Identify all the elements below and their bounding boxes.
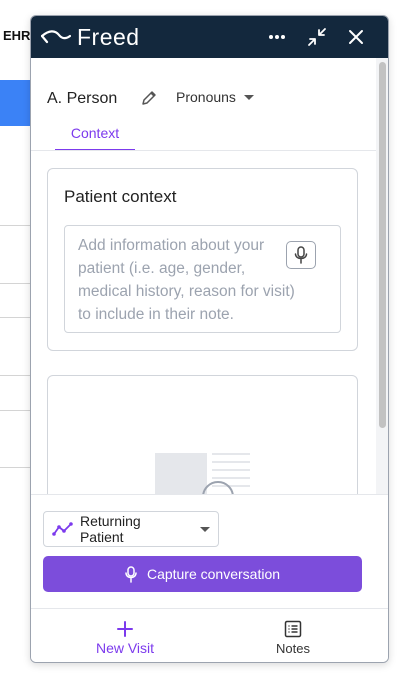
microphone-icon — [125, 565, 137, 583]
visit-type-dropdown[interactable]: Returning Patient — [43, 511, 219, 547]
chevron-down-icon — [243, 94, 254, 100]
plus-icon — [117, 621, 133, 637]
pronouns-label: Pronouns — [176, 89, 236, 105]
visit-type-label: Returning Patient — [79, 513, 141, 545]
nav-notes-label: Notes — [276, 641, 310, 656]
nav-new-visit-label: New Visit — [95, 640, 155, 656]
freed-logo: Freed — [41, 23, 140, 50]
notes-icon — [284, 620, 302, 638]
more-options-button[interactable] — [265, 25, 289, 49]
brand-name: Freed — [77, 23, 140, 50]
more-horizontal-icon — [269, 35, 285, 39]
tab-context-label: Context — [70, 124, 120, 141]
freed-logo-icon — [41, 30, 71, 44]
tabs-divider — [31, 150, 376, 151]
nav-new-visit[interactable]: New Visit — [65, 620, 185, 660]
minimize-icon — [308, 28, 326, 46]
widget-footer: Returning Patient Capture conversation N… — [31, 494, 388, 662]
capture-conversation-button[interactable]: Capture conversation — [43, 556, 362, 592]
notes-illustration-card — [47, 375, 358, 494]
patient-context-card: Patient context Add information about yo… — [47, 168, 358, 351]
trend-icon — [52, 522, 73, 536]
loading-spinner-icon — [202, 481, 234, 494]
illustration-line — [212, 461, 250, 463]
widget-header: Freed — [31, 16, 388, 58]
pronouns-dropdown[interactable]: Pronouns — [176, 89, 254, 105]
illustration-line — [212, 453, 250, 455]
chevron-down-icon — [200, 526, 210, 532]
microphone-icon — [294, 246, 308, 264]
minimize-button[interactable] — [305, 25, 329, 49]
footer-divider — [31, 608, 388, 609]
scrollbar-thumb[interactable] — [379, 62, 386, 428]
freed-widget: Freed A. Person Pronouns Context Patient… — [30, 15, 389, 663]
tab-context[interactable]: Context — [55, 116, 135, 151]
nav-notes[interactable]: Notes — [233, 620, 353, 660]
dictate-button[interactable] — [286, 241, 316, 269]
patient-name[interactable]: A. Person — [47, 90, 117, 108]
widget-content: A. Person Pronouns Context Patient conte… — [31, 58, 376, 494]
capture-conversation-label: Capture conversation — [146, 566, 281, 582]
close-icon — [349, 30, 363, 44]
close-button[interactable] — [344, 25, 368, 49]
illustration-line — [212, 469, 250, 471]
pencil-icon[interactable] — [139, 88, 159, 108]
ehr-label: EHR — [3, 28, 31, 43]
patient-context-title: Patient context — [64, 187, 177, 206]
